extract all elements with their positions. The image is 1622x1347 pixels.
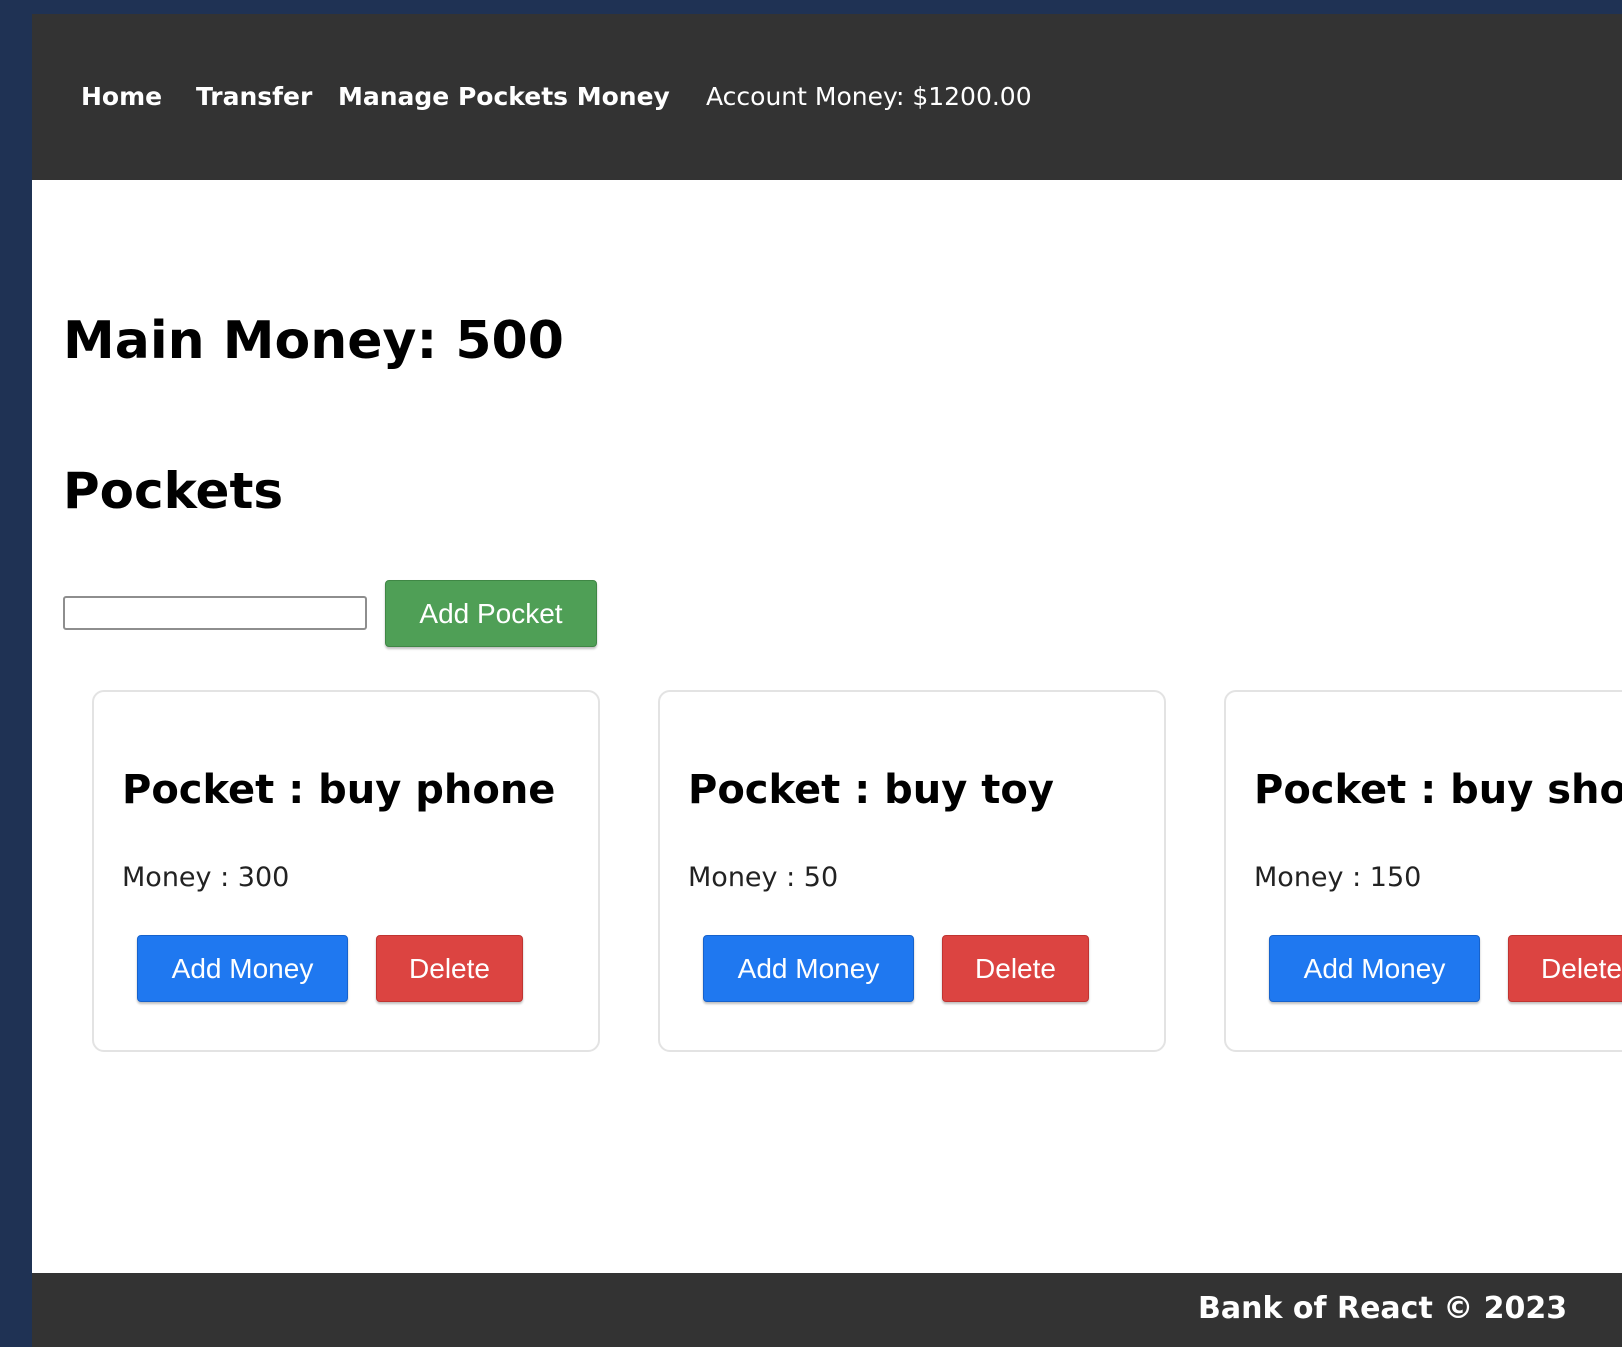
pocket-title: Pocket : buy toy [688,767,1054,813]
add-money-button[interactable]: Add Money [703,935,914,1002]
pocket-money: Money : 150 [1254,862,1422,893]
footer-copyright: Bank of React © 2023 [1198,1291,1568,1326]
delete-pocket-button[interactable]: Delete [942,935,1089,1002]
account-money-display: Account Money: $1200.00 [706,82,1032,111]
app-window: Home Transfer Manage Pockets Money Accou… [32,14,1622,1347]
footer: Bank of React © 2023 [32,1273,1622,1347]
add-pocket-button[interactable]: Add Pocket [385,580,597,647]
delete-pocket-button[interactable]: Delete [1508,935,1622,1002]
nav-transfer-link[interactable]: Transfer [196,82,312,112]
delete-pocket-button[interactable]: Delete [376,935,523,1002]
pocket-money: Money : 50 [688,862,839,893]
nav-manage-pockets-link[interactable]: Manage Pockets Money [338,82,670,112]
nav-home-link[interactable]: Home [81,82,162,112]
add-money-button[interactable]: Add Money [137,935,348,1002]
pocket-name-input[interactable] [63,596,367,630]
main-money-heading: Main Money: 500 [63,311,564,371]
add-money-button[interactable]: Add Money [1269,935,1480,1002]
pockets-heading: Pockets [63,462,284,520]
pocket-money: Money : 300 [122,862,290,893]
navbar: Home Transfer Manage Pockets Money Accou… [32,14,1622,180]
pocket-title: Pocket : buy shoe [1254,767,1622,813]
pocket-title: Pocket : buy phone [122,767,556,813]
